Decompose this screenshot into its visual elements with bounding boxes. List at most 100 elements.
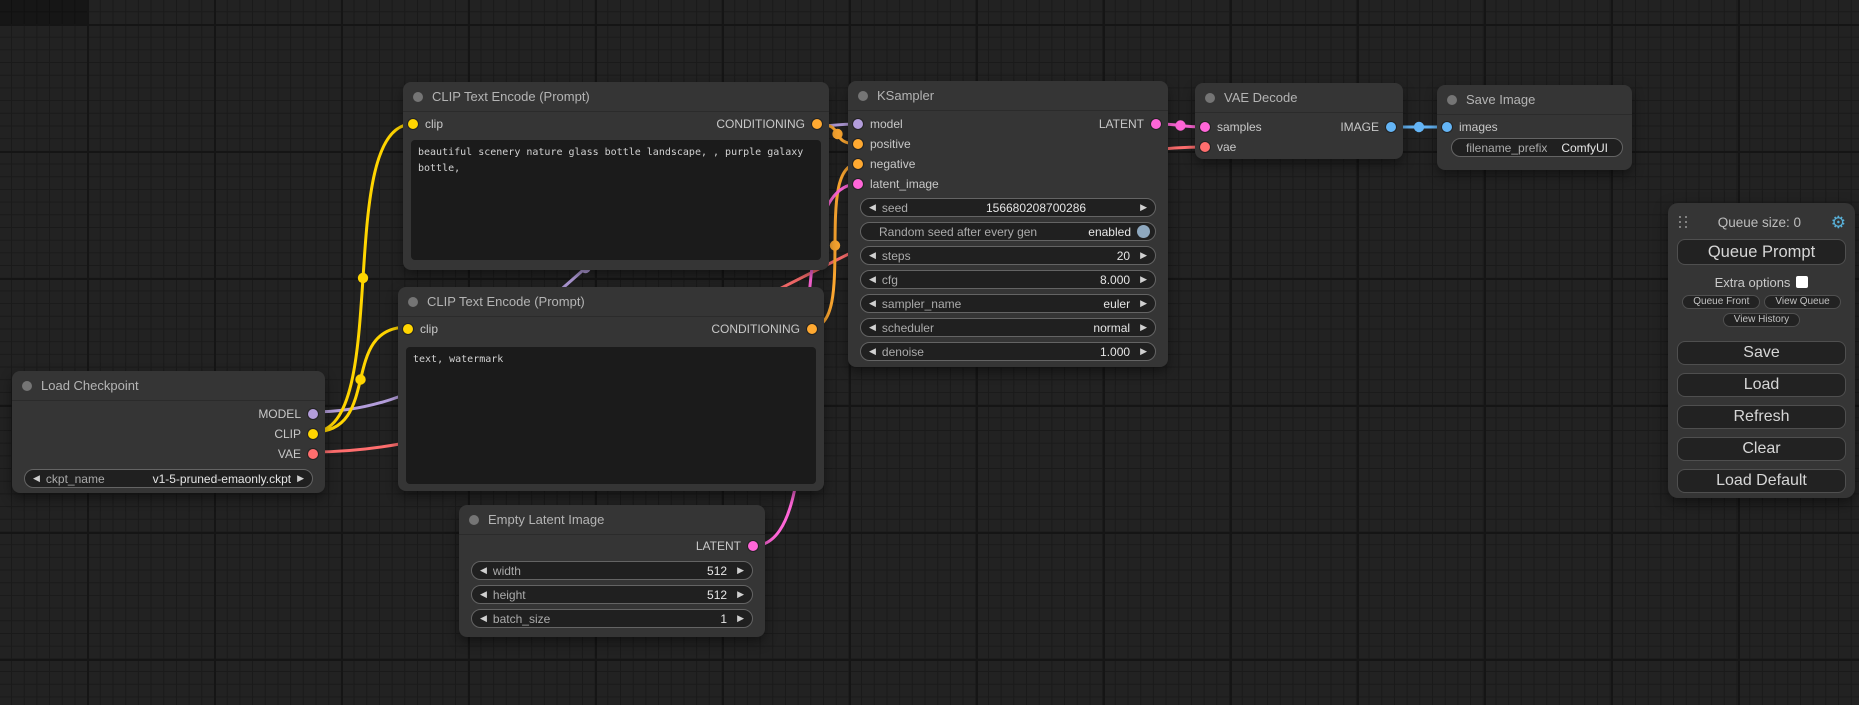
collapse-dot-icon[interactable]	[1447, 95, 1457, 105]
node-header[interactable]: Empty Latent Image	[459, 505, 765, 535]
widget-denoise[interactable]: ◀ denoise 1.000 ▶	[860, 342, 1156, 361]
collapse-dot-icon[interactable]	[408, 297, 418, 307]
output-port-latent[interactable]	[1151, 119, 1161, 129]
widget-scheduler[interactable]: ◀ scheduler normal ▶	[860, 318, 1156, 337]
widget-seed[interactable]: ◀ seed 156680208700286 ▶	[860, 198, 1156, 217]
node-header[interactable]: VAE Decode	[1195, 83, 1403, 113]
toggle-knob-icon[interactable]	[1137, 225, 1150, 238]
node-ksampler[interactable]: KSampler model LATENT positive negative …	[848, 81, 1168, 367]
widget-height[interactable]: ◀ height 512 ▶	[471, 585, 753, 604]
arrow-right-icon[interactable]: ▶	[737, 614, 744, 623]
node-clip-text-encode-negative[interactable]: CLIP Text Encode (Prompt) clip CONDITION…	[398, 287, 824, 491]
widget-sampler-name[interactable]: ◀ sampler_name euler ▶	[860, 294, 1156, 313]
widget-value: 20	[1117, 249, 1130, 263]
arrow-right-icon[interactable]: ▶	[297, 474, 304, 483]
arrow-left-icon[interactable]: ◀	[869, 203, 876, 212]
save-button[interactable]: Save	[1677, 341, 1846, 365]
load-default-button[interactable]: Load Default	[1677, 469, 1846, 493]
arrow-left-icon[interactable]: ◀	[869, 251, 876, 260]
node-save-image[interactable]: Save Image images filename_prefix ComfyU…	[1437, 85, 1632, 170]
node-empty-latent-image[interactable]: Empty Latent Image LATENT ◀ width 512 ▶ …	[459, 505, 765, 637]
extra-options-checkbox[interactable]	[1796, 276, 1808, 288]
drag-handle-icon[interactable]	[1679, 216, 1688, 228]
collapse-dot-icon[interactable]	[1205, 93, 1215, 103]
arrow-right-icon[interactable]: ▶	[737, 590, 744, 599]
arrow-left-icon[interactable]: ◀	[869, 347, 876, 356]
view-queue-button[interactable]: View Queue	[1764, 295, 1840, 309]
queue-front-button[interactable]: Queue Front	[1682, 295, 1760, 309]
node-vae-decode[interactable]: VAE Decode samples IMAGE vae	[1195, 83, 1403, 159]
input-label-latent-image: latent_image	[870, 177, 939, 191]
output-port-conditioning[interactable]	[807, 324, 817, 334]
widget-label: height	[493, 588, 526, 602]
arrow-left-icon[interactable]: ◀	[869, 299, 876, 308]
arrow-left-icon[interactable]: ◀	[480, 566, 487, 575]
widget-filename-prefix[interactable]: filename_prefix ComfyUI	[1451, 138, 1623, 157]
arrow-left-icon[interactable]: ◀	[33, 474, 40, 483]
clear-button[interactable]: Clear	[1677, 437, 1846, 461]
node-header[interactable]: CLIP Text Encode (Prompt)	[398, 287, 824, 317]
input-port-positive[interactable]	[853, 139, 863, 149]
arrow-right-icon[interactable]: ▶	[1140, 203, 1147, 212]
gear-icon[interactable]: ⚙	[1831, 214, 1846, 231]
node-load-checkpoint[interactable]: Load Checkpoint MODEL CLIP VAE ◀ ckpt_na…	[12, 371, 325, 493]
collapse-dot-icon[interactable]	[22, 381, 32, 391]
output-port-latent[interactable]	[748, 541, 758, 551]
input-port-images[interactable]	[1442, 122, 1452, 132]
widget-steps[interactable]: ◀ steps 20 ▶	[860, 246, 1156, 265]
output-label-clip: CLIP	[274, 427, 301, 441]
widget-ckpt-name[interactable]: ◀ ckpt_name v1-5-pruned-emaonly.ckpt ▶	[24, 469, 313, 488]
arrow-right-icon[interactable]: ▶	[1140, 251, 1147, 260]
arrow-right-icon[interactable]: ▶	[1140, 299, 1147, 308]
widget-cfg[interactable]: ◀ cfg 8.000 ▶	[860, 270, 1156, 289]
queue-panel[interactable]: Queue size: 0 ⚙ Queue Prompt Extra optio…	[1668, 203, 1855, 498]
arrow-left-icon[interactable]: ◀	[480, 590, 487, 599]
input-label-samples: samples	[1217, 120, 1262, 134]
node-header[interactable]: KSampler	[848, 81, 1168, 111]
arrow-left-icon[interactable]: ◀	[869, 275, 876, 284]
node-header[interactable]: Save Image	[1437, 85, 1632, 115]
output-label-vae: VAE	[278, 447, 301, 461]
input-port-samples[interactable]	[1200, 122, 1210, 132]
node-header[interactable]: Load Checkpoint	[12, 371, 325, 401]
extra-options-label: Extra options	[1715, 275, 1791, 290]
input-port-vae[interactable]	[1200, 142, 1210, 152]
arrow-left-icon[interactable]: ◀	[480, 614, 487, 623]
input-port-latent-image[interactable]	[853, 179, 863, 189]
prompt-text-area[interactable]: text, watermark	[406, 347, 816, 484]
output-port-model[interactable]	[308, 409, 318, 419]
widget-random-seed-toggle[interactable]: Random seed after every gen enabled	[860, 222, 1156, 241]
prompt-text-area[interactable]: beautiful scenery nature glass bottle la…	[411, 140, 821, 260]
input-port-clip[interactable]	[408, 119, 418, 129]
collapse-dot-icon[interactable]	[413, 92, 423, 102]
input-label-vae: vae	[1217, 140, 1236, 154]
refresh-button[interactable]: Refresh	[1677, 405, 1846, 429]
arrow-left-icon[interactable]: ◀	[869, 323, 876, 332]
node-clip-text-encode-positive[interactable]: CLIP Text Encode (Prompt) clip CONDITION…	[403, 82, 829, 270]
widget-label: batch_size	[493, 612, 550, 626]
widget-batch-size[interactable]: ◀ batch_size 1 ▶	[471, 609, 753, 628]
widget-label: denoise	[882, 345, 924, 359]
queue-prompt-button[interactable]: Queue Prompt	[1677, 239, 1846, 265]
output-port-image[interactable]	[1386, 122, 1396, 132]
arrow-right-icon[interactable]: ▶	[737, 566, 744, 575]
output-port-clip[interactable]	[308, 429, 318, 439]
view-history-button[interactable]: View History	[1723, 313, 1800, 327]
arrow-right-icon[interactable]: ▶	[1140, 323, 1147, 332]
input-port-negative[interactable]	[853, 159, 863, 169]
output-label-conditioning: CONDITIONING	[711, 322, 800, 336]
collapse-dot-icon[interactable]	[469, 515, 479, 525]
load-button[interactable]: Load	[1677, 373, 1846, 397]
widget-width[interactable]: ◀ width 512 ▶	[471, 561, 753, 580]
output-port-vae[interactable]	[308, 449, 318, 459]
collapse-dot-icon[interactable]	[858, 91, 868, 101]
arrow-right-icon[interactable]: ▶	[1140, 275, 1147, 284]
node-title: Empty Latent Image	[488, 512, 604, 527]
widget-label: filename_prefix	[1466, 141, 1547, 155]
node-header[interactable]: CLIP Text Encode (Prompt)	[403, 82, 829, 112]
arrow-right-icon[interactable]: ▶	[1140, 347, 1147, 356]
input-port-model[interactable]	[853, 119, 863, 129]
widget-value: 1	[720, 612, 727, 626]
input-port-clip[interactable]	[403, 324, 413, 334]
output-port-conditioning[interactable]	[812, 119, 822, 129]
